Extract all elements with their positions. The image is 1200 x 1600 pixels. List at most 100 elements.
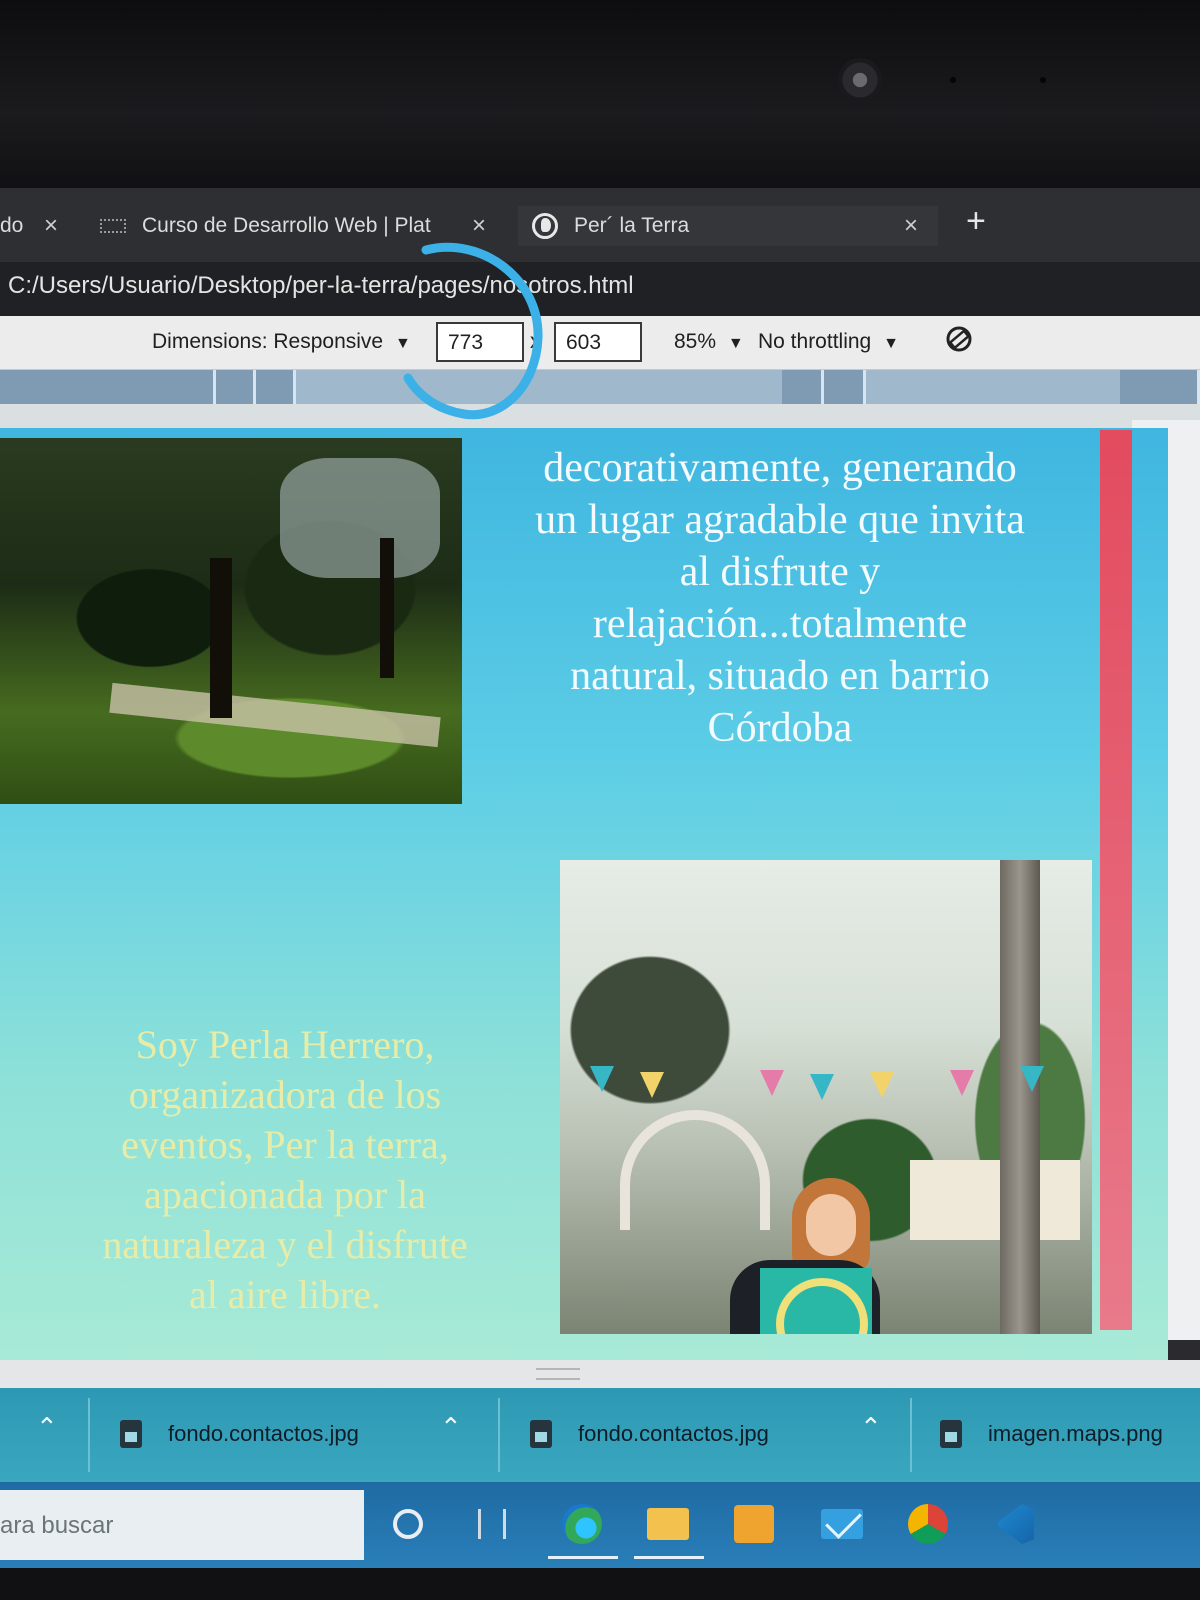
file-icon [940,1420,962,1448]
page-viewport: decorativamente, generando un lugar agra… [0,428,1168,1363]
bio-line: Soy Perla Herrero, [135,1022,435,1067]
download-filename: imagen.maps.png [988,1421,1163,1446]
bio-line: organizadora de los [128,1072,442,1117]
chevron-up-icon[interactable]: ⌃ [440,1412,462,1443]
chrome-icon[interactable] [904,1500,952,1548]
sensor-dot [1040,77,1046,83]
rotate-icon[interactable] [944,324,974,354]
download-item[interactable]: fondo.contactos.jpg [120,1412,359,1456]
ruler-segment[interactable] [782,370,824,404]
globe-icon [532,213,558,239]
tab-strip: do × Curso de Desarrollo Web | Plat × Pe… [0,188,1200,262]
search-placeholder: ara buscar [0,1512,114,1539]
task-view-icon[interactable] [468,1500,516,1548]
zoom-dropdown[interactable]: 85% ▼ [674,330,744,354]
chevron-up-icon[interactable]: ⌃ [860,1412,882,1443]
divider [88,1398,90,1472]
file-explorer-icon[interactable] [644,1500,692,1548]
windows-taskbar: ara buscar [0,1482,1200,1568]
width-input[interactable]: 773 [436,322,524,362]
intro-line: Córdoba [707,705,853,751]
bunting-flag [760,1070,784,1096]
intro-line: decorativamente, generando [543,445,1017,491]
store-icon[interactable] [730,1500,778,1548]
height-input[interactable]: 603 [554,322,642,362]
vscode-icon[interactable] [990,1500,1038,1548]
tab-close-icon[interactable]: × [904,212,918,240]
bio-line: apacionada por la [143,1172,427,1217]
logo-sign [760,1268,872,1334]
intro-line: un lugar agradable que invita [535,497,1025,543]
intro-cut-line [470,428,1090,442]
intro-text: decorativamente, generando un lugar agra… [470,428,1090,754]
address-bar[interactable]: C:/Users/Usuario/Desktop/per-la-terra/pa… [0,262,1200,316]
divider [910,1398,912,1472]
ruler-segment[interactable] [216,370,256,404]
bunting-flag [640,1072,664,1098]
cortana-icon[interactable] [384,1500,432,1548]
edge-icon[interactable] [558,1500,606,1548]
page-accent-strip [1100,430,1132,1330]
dimensions-label: Dimensions: Responsive [152,330,384,353]
photo-palm [1000,860,1040,1334]
chevron-up-icon[interactable]: ⌃ [36,1412,58,1443]
bio-line: eventos, Per la terra, [121,1122,449,1167]
tab-platzi-course[interactable]: Curso de Desarrollo Web | Plat × [100,206,500,246]
photo-trunk [380,538,394,678]
active-app-indicator [548,1556,618,1559]
bio-line: naturaleza y el disfrute [102,1222,468,1267]
bunting-flag [870,1072,894,1098]
intro-line: natural, situado en barrio [570,653,990,699]
tab-per-la-terra[interactable]: Per´ la Terra × [518,206,938,246]
caret-down-icon: ▼ [727,335,744,352]
download-item[interactable]: imagen.maps.png [940,1412,1163,1456]
garden-photo [0,438,462,804]
bio-line: al aire libre. [188,1272,382,1317]
taskbar-search[interactable]: ara buscar [0,1490,364,1560]
downloads-bar: ⌃ fondo.contactos.jpg ⌃ fondo.contactos.… [0,1388,1200,1482]
laptop-bezel-bottom [0,1568,1200,1600]
device-toolbar: Dimensions: Responsive ▼ 773 x 603 85% ▼… [0,316,1200,370]
screen: do × Curso de Desarrollo Web | Plat × Pe… [0,188,1200,1568]
dimensions-dropdown[interactable]: Dimensions: Responsive ▼ [152,330,411,354]
download-filename: fondo.contactos.jpg [168,1421,359,1446]
tab-previous[interactable]: do × [0,206,80,246]
throttling-label: No throttling [758,330,872,353]
tab-close-icon[interactable]: × [44,212,58,240]
laptop-bezel-top [0,0,1200,188]
organizer-photo [560,860,1092,1334]
throttling-dropdown[interactable]: No throttling ▼ [758,330,899,354]
new-tab-button[interactable]: + [966,202,986,241]
file-icon [120,1420,142,1448]
ruler-segment[interactable] [1120,370,1200,404]
bio-text: Soy Perla Herrero, organizadora de los e… [55,1020,515,1320]
ruler-segment[interactable] [256,370,296,404]
photo-sky [280,458,440,578]
tab-close-icon[interactable]: × [472,212,486,240]
photo-arch [620,1110,770,1230]
ruler-segment[interactable] [0,370,216,404]
caret-down-icon: ▼ [394,335,411,352]
divider [498,1398,500,1472]
bunting-flag [810,1074,834,1100]
tab-title: Per´ la Terra [574,214,690,237]
download-item[interactable]: fondo.contactos.jpg [530,1412,769,1456]
url-text[interactable]: C:/Users/Usuario/Desktop/per-la-terra/pa… [8,272,634,300]
ruler-segment[interactable] [824,370,866,404]
webcam [838,58,882,102]
bunting-flag [950,1070,974,1096]
tab-title: Curso de Desarrollo Web | Plat [142,214,431,237]
mail-icon[interactable] [818,1500,866,1548]
platzi-icon [100,219,126,233]
active-app-indicator [634,1556,704,1559]
media-query-ruler[interactable] [0,370,1200,404]
intro-line: al disfrute y [679,549,881,595]
tab-title: do [0,214,24,237]
file-icon [530,1420,552,1448]
bunting-flag [590,1066,614,1092]
zoom-label: 85% [674,330,717,353]
photo-path [109,682,441,748]
viewport-resize-bar[interactable] [0,1360,1200,1388]
intro-line: relajación...totalmente [592,601,968,647]
dimension-separator: x [530,330,541,353]
